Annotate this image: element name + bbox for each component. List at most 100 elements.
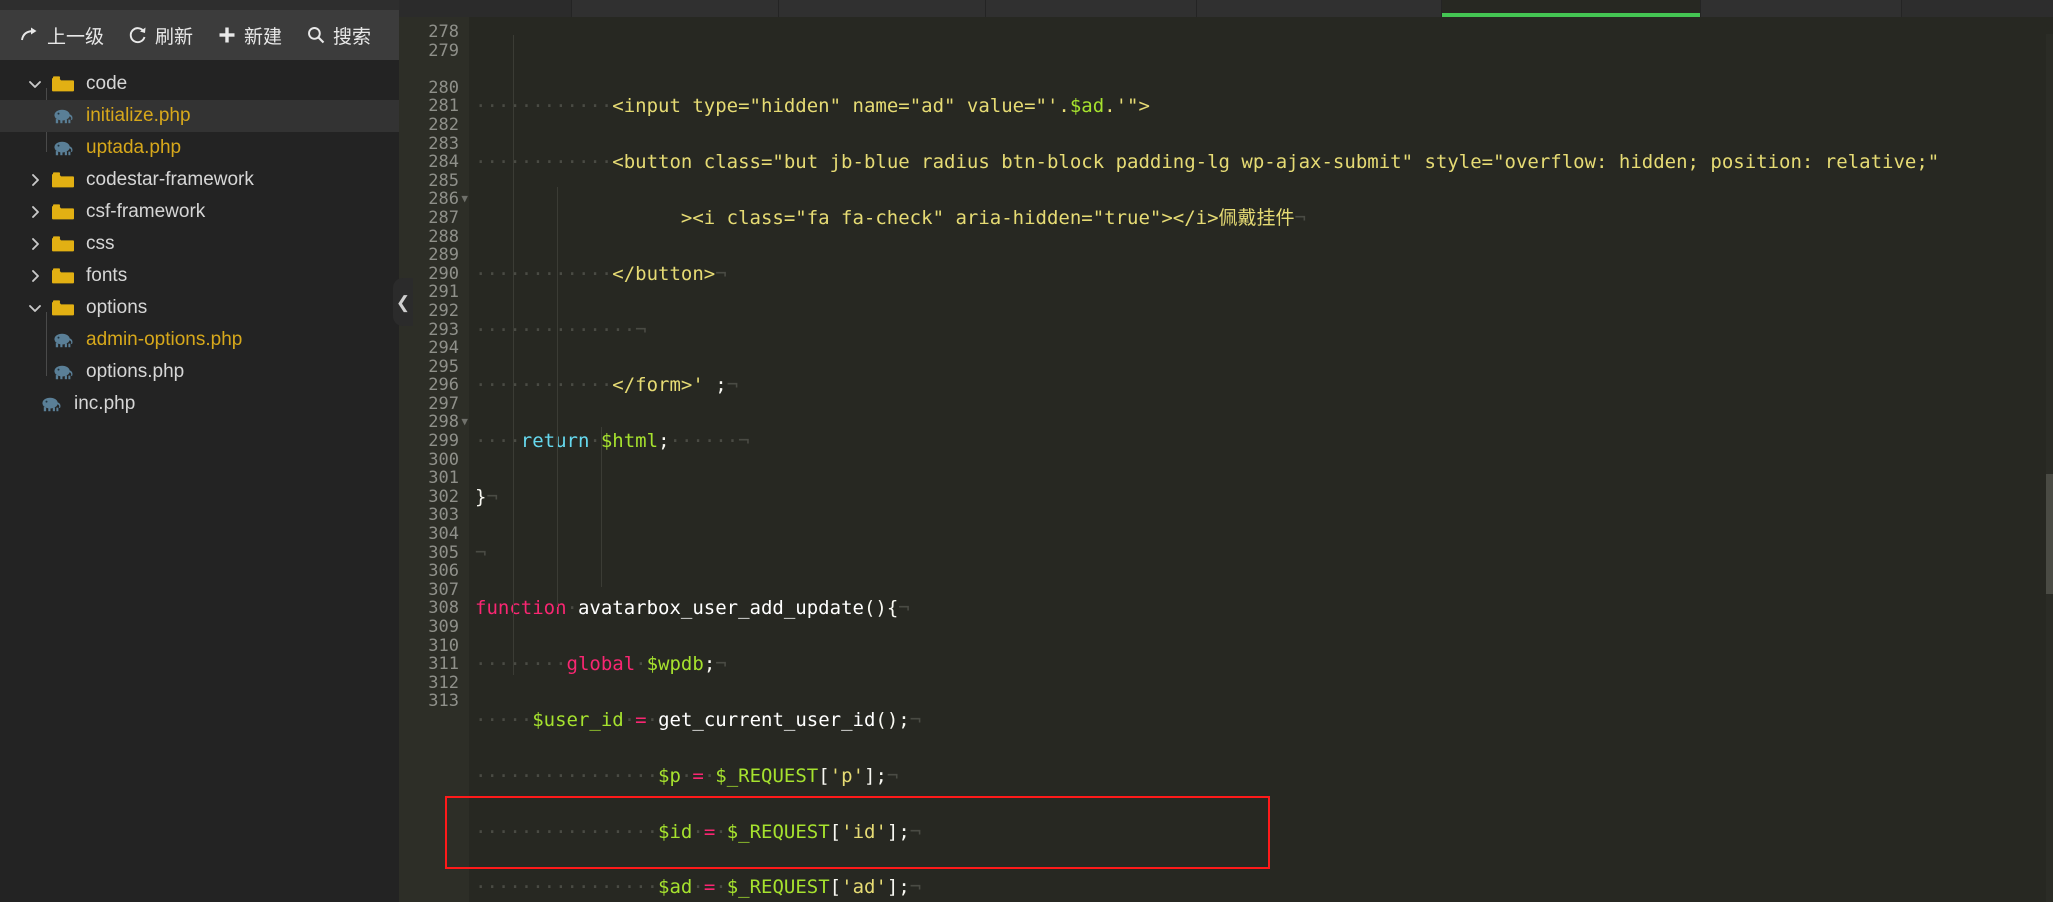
editor-tab-bar-empty (1902, 0, 2053, 17)
line-number: 284 (399, 153, 459, 172)
line-number: 286▼ (399, 190, 459, 209)
file-manager-code-editor-window: 上一级 刷新 新建 搜索 (0, 0, 2053, 902)
code-line: ················$id·=·$_REQUEST['id'];¬ (475, 823, 2053, 842)
chevron-right-icon (22, 236, 48, 252)
chevron-right-icon (22, 204, 48, 220)
sidebar-top-strip (0, 0, 399, 10)
fold-toggle-icon[interactable]: ▼ (461, 190, 468, 209)
line-number: 303 (399, 506, 459, 525)
folder-icon (48, 298, 78, 318)
line-number: 306 (399, 562, 459, 581)
line-number-gutter: 278 279 280 281 282 283 284 285 286▼ 287… (399, 17, 469, 902)
up-one-level-label: 上一级 (47, 22, 104, 49)
fold-toggle-icon[interactable]: ▼ (461, 413, 468, 432)
tree-label: codestar-framework (86, 169, 254, 191)
tree-file-admin-options-php[interactable]: admin-options.php (0, 324, 399, 356)
up-one-level-button[interactable]: 上一级 (8, 17, 116, 54)
new-button[interactable]: 新建 (205, 17, 294, 54)
line-number: 298▼ (399, 413, 459, 432)
vertical-scrollbar[interactable] (2046, 34, 2053, 902)
line-number: 287 (399, 209, 459, 228)
code-line: ········global·$wpdb;¬ (475, 655, 2053, 674)
tree-label: csf-framework (86, 201, 205, 223)
code-line: ¬ (475, 544, 2053, 563)
code-line: ············</button>¬ (475, 265, 2053, 284)
folder-icon (48, 170, 78, 190)
tree-label: code (86, 73, 127, 95)
folder-icon (48, 234, 78, 254)
editor-tab-active[interactable] (1442, 0, 1701, 17)
tree-label: fonts (86, 265, 127, 287)
tree-folder-options[interactable]: options (0, 292, 399, 324)
code-text[interactable]: ············<input type="hidden" name="a… (469, 17, 2053, 902)
search-label: 搜索 (333, 22, 371, 49)
sidebar-toolbar: 上一级 刷新 新建 搜索 (0, 10, 399, 60)
tree-label: uptada.php (86, 137, 181, 159)
tree-label: inc.php (74, 393, 135, 415)
editor-tab[interactable] (986, 0, 1197, 17)
code-line: ················$ad·=·$_REQUEST['ad'];¬ (475, 878, 2053, 897)
tree-file-inc-php[interactable]: inc.php (0, 388, 399, 420)
tree-folder-codestar-framework[interactable]: codestar-framework (0, 164, 399, 196)
code-line: ><i class="fa fa-check" aria-hidden="tru… (475, 209, 2053, 228)
tree-folder-css[interactable]: css (0, 228, 399, 260)
tree-folder-fonts[interactable]: fonts (0, 260, 399, 292)
file-tree: code initialize.php uptada.php (0, 60, 399, 420)
line-number: 285 (399, 172, 459, 191)
line-number: 297 (399, 395, 459, 414)
arrow-up-level-icon (20, 25, 40, 45)
tree-label: options.php (86, 361, 184, 383)
plus-icon (217, 25, 237, 45)
php-elephant-icon (48, 331, 78, 349)
search-button[interactable]: 搜索 (294, 17, 383, 54)
tree-file-uptada-php[interactable]: uptada.php (0, 132, 399, 164)
editor-tab-bar (399, 0, 2053, 17)
line-number: 289 (399, 246, 459, 265)
chevron-down-icon (22, 76, 48, 92)
code-line: }¬ (475, 488, 2053, 507)
code-line: ··············¬ (475, 321, 2053, 340)
line-number: 294 (399, 339, 459, 358)
line-number: 312 (399, 674, 459, 693)
folder-icon (48, 74, 78, 94)
line-number: 307 (399, 581, 459, 600)
search-icon (306, 25, 326, 45)
folder-icon (48, 202, 78, 222)
tree-file-initialize-php[interactable]: initialize.php (0, 100, 399, 132)
tree-label: admin-options.php (86, 329, 242, 351)
line-number: 302 (399, 488, 459, 507)
php-elephant-icon (48, 139, 78, 157)
tree-file-options-php[interactable]: options.php (0, 356, 399, 388)
folder-icon (48, 266, 78, 286)
code-line: ················$p·=·$_REQUEST['p'];¬ (475, 767, 2053, 786)
line-number: 308 (399, 599, 459, 618)
line-number: 288 (399, 228, 459, 247)
chevron-right-icon (22, 268, 48, 284)
php-elephant-icon (36, 395, 66, 413)
new-label: 新建 (244, 22, 282, 49)
line-number: 279 (399, 42, 459, 61)
refresh-button[interactable]: 刷新 (116, 17, 205, 54)
refresh-icon (128, 25, 148, 45)
line-number: 305 (399, 544, 459, 563)
editor-tab[interactable] (779, 0, 986, 17)
tree-label: css (86, 233, 115, 255)
code-area: 278 279 280 281 282 283 284 285 286▼ 287… (399, 17, 2053, 902)
sidebar-collapse-handle[interactable]: ❮ (393, 278, 413, 326)
tree-label: initialize.php (86, 105, 191, 127)
tree-folder-csf-framework[interactable]: csf-framework (0, 196, 399, 228)
code-line: ············<button class="but jb-blue r… (475, 153, 2053, 172)
chevron-down-icon (22, 300, 48, 316)
editor-tab[interactable] (399, 0, 572, 17)
scrollbar-thumb[interactable] (2046, 474, 2053, 594)
tree-folder-code[interactable]: code (0, 68, 399, 100)
chevron-left-icon: ❮ (396, 294, 410, 311)
editor-tab[interactable] (1701, 0, 1902, 17)
line-number: 301 (399, 469, 459, 488)
chevron-right-icon (22, 172, 48, 188)
editor-tab[interactable] (572, 0, 779, 17)
line-number: 304 (399, 525, 459, 544)
line-number: 299 (399, 432, 459, 451)
code-editor-pane: 278 279 280 281 282 283 284 285 286▼ 287… (399, 0, 2053, 902)
editor-tab[interactable] (1197, 0, 1442, 17)
